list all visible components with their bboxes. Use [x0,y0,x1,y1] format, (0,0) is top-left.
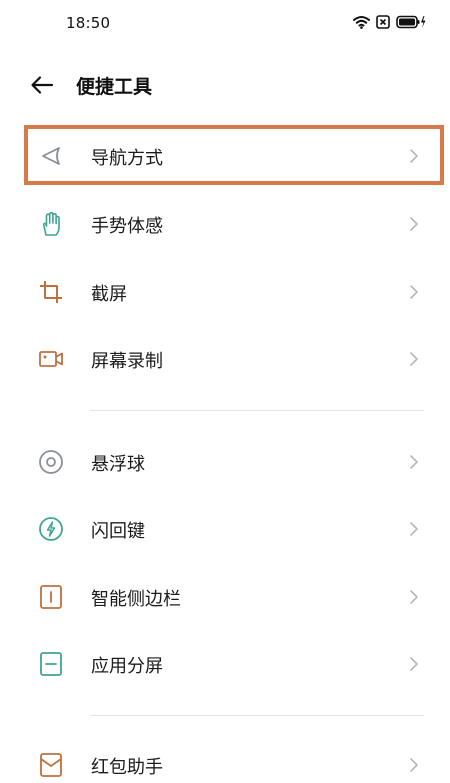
list-item-split-screen[interactable]: 应用分屏 [0,632,450,696]
list-item-label: 智能侧边栏 [91,589,181,610]
section-divider [90,410,424,411]
floating-ball-icon [39,450,63,474]
list-item-navigation-mode[interactable]: 导航方式 [0,124,450,188]
chevron-right-icon [410,285,418,299]
list-item-smart-sidebar[interactable]: 智能侧边栏 [0,565,450,629]
section-divider [90,715,424,716]
list-item-label: 悬浮球 [91,454,145,475]
navigation-arrow-icon [42,147,60,165]
status-icons [353,15,426,29]
page-title: 便捷工具 [76,76,153,98]
chevron-right-icon [410,657,418,671]
back-arrow-icon [31,76,54,94]
video-record-icon [39,351,63,367]
list-item-label: 应用分屏 [91,656,163,677]
list-item-gestures[interactable]: 手势体感 [0,192,450,256]
chevron-right-icon [410,590,418,604]
header: 便捷工具 [0,60,450,110]
no-sim-icon [376,15,390,29]
red-envelope-icon [40,753,62,777]
chevron-right-icon [410,149,418,163]
wifi-icon [353,16,370,29]
list-item-screen-recording[interactable]: 屏幕录制 [0,327,450,391]
flashback-icon [39,517,63,541]
chevron-right-icon [410,352,418,366]
battery-charging-icon [396,15,426,29]
list-item-label: 导航方式 [91,148,163,169]
chevron-right-icon [410,522,418,536]
list-item-red-envelope-assistant[interactable]: 红包助手 [0,733,450,783]
status-time: 18:50 [66,14,111,32]
list-item-label: 红包助手 [91,757,163,778]
crop-icon [40,281,62,303]
list-item-label: 闪回键 [91,521,145,542]
chevron-right-icon [410,217,418,231]
sidebar-icon [40,585,62,609]
list-item-screenshot[interactable]: 截屏 [0,260,450,324]
chevron-right-icon [410,758,418,772]
hand-gesture-icon [42,212,60,236]
chevron-right-icon [410,455,418,469]
list-item-label: 手势体感 [91,216,163,237]
list-item-floating-ball[interactable]: 悬浮球 [0,430,450,494]
status-bar: 18:50 [0,0,450,48]
list-item-label: 截屏 [91,284,127,305]
split-screen-icon [40,652,62,676]
list-item-label: 屏幕录制 [91,351,163,372]
back-button[interactable] [28,72,56,98]
list-item-flashback-key[interactable]: 闪回键 [0,497,450,561]
